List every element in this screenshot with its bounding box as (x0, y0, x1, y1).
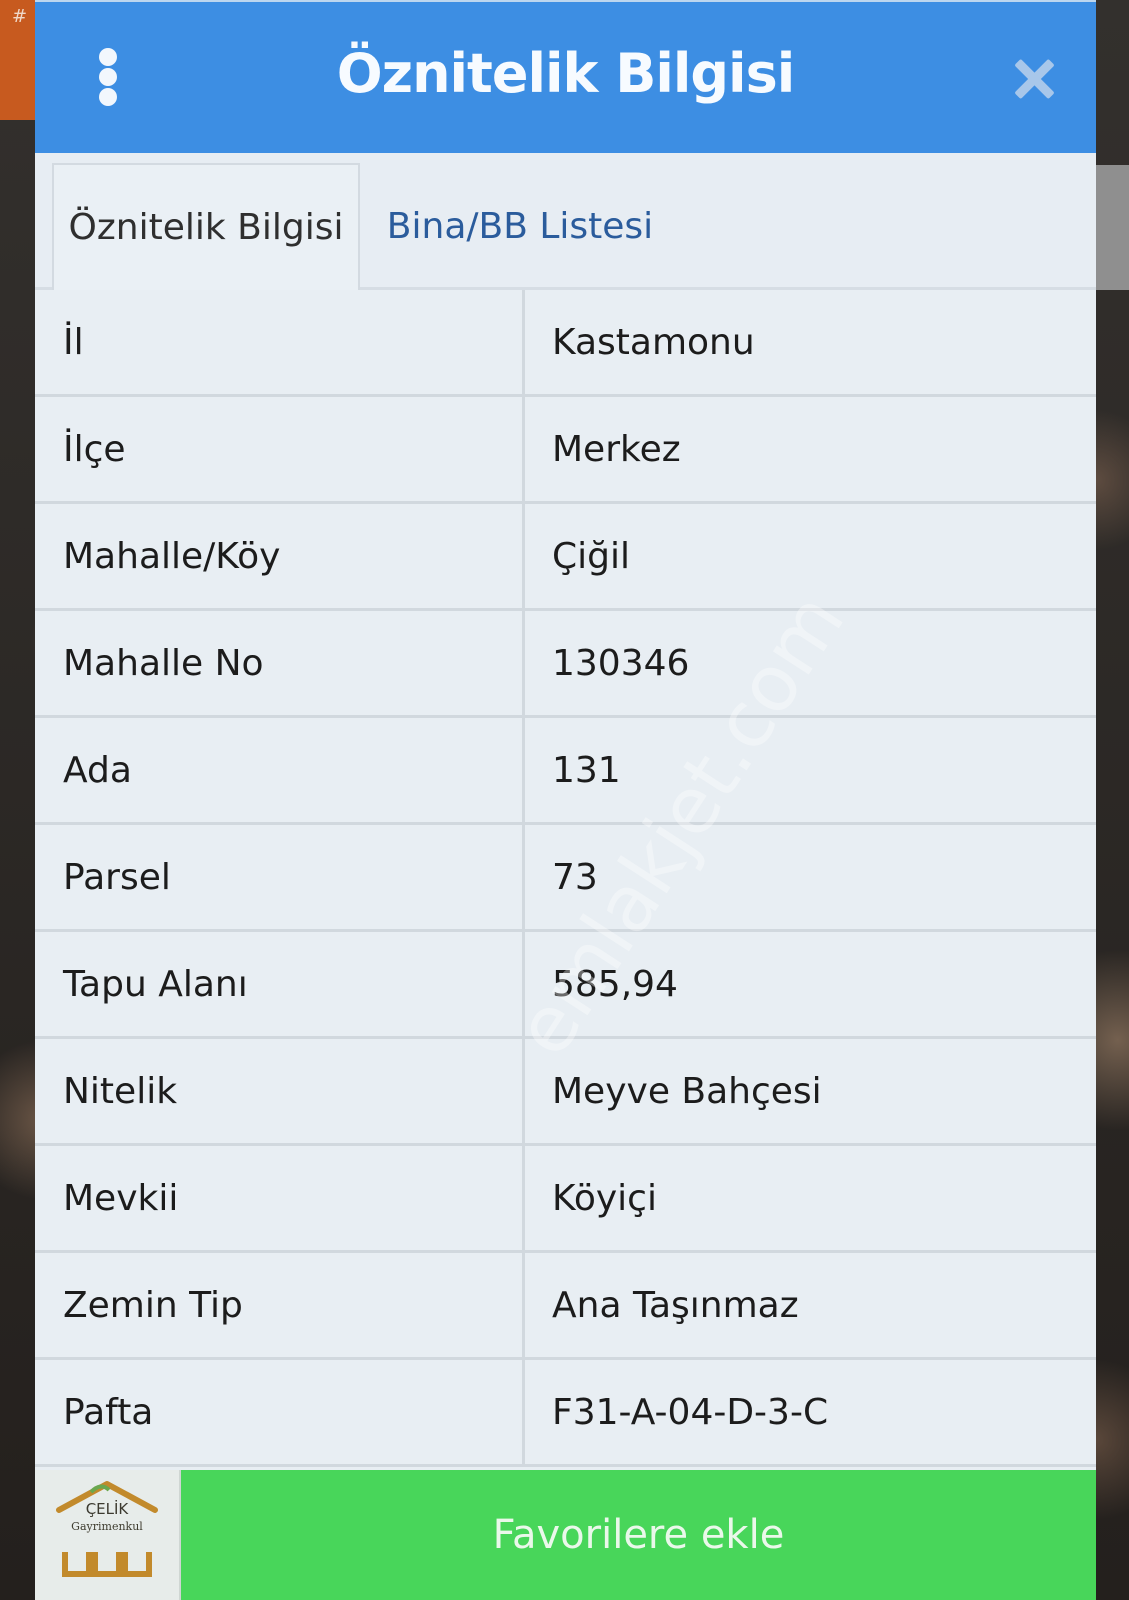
background-corner-badge: # (0, 0, 38, 120)
table-row: Ada 131 (35, 718, 1096, 825)
close-icon[interactable] (1012, 57, 1056, 101)
background-corner-text: # (12, 6, 28, 27)
attribute-key: İl (35, 290, 525, 394)
attribute-value: Kastamonu (552, 321, 755, 363)
table-row: İl Kastamonu (35, 290, 1096, 397)
logo-name: ÇELİK (85, 1500, 129, 1518)
tab-building-list[interactable]: Bina/BB Listesi (365, 163, 675, 290)
logo-subtitle: Gayrimenkul (71, 1520, 143, 1533)
attribute-key: Mahalle No (35, 611, 525, 715)
attribute-value: Merkez (552, 428, 681, 470)
attribute-value: F31-A-04-D-3-C (552, 1391, 829, 1433)
table-row: Mahalle/Köy Çiğil (35, 504, 1096, 611)
attribute-value: 130346 (552, 642, 690, 684)
attribute-table: İl Kastamonu İlçe Merkez Mahalle/Köy Çiğ… (35, 290, 1096, 1467)
table-row: İlçe Merkez (35, 397, 1096, 504)
attribute-key: İlçe (35, 397, 525, 501)
attribute-key: Tapu Alanı (35, 932, 525, 1036)
table-row: Pafta F31-A-04-D-3-C (35, 1360, 1096, 1467)
attribute-dialog: Öznitelik Bilgisi Öznitelik Bilgisi Bina… (35, 0, 1096, 1600)
table-row: Zemin Tip Ana Taşınmaz (35, 1253, 1096, 1360)
house-logo-icon (56, 1481, 158, 1577)
tab-attribute-info[interactable]: Öznitelik Bilgisi (52, 163, 360, 290)
attribute-key: Ada (35, 718, 525, 822)
dialog-header: Öznitelik Bilgisi (35, 0, 1096, 153)
dialog-title: Öznitelik Bilgisi (336, 42, 795, 105)
attribute-key: Parsel (35, 825, 525, 929)
attribute-key: Zemin Tip (35, 1253, 525, 1357)
attribute-value: 585,94 (552, 963, 678, 1005)
attribute-value: Meyve Bahçesi (552, 1070, 822, 1112)
attribute-key: Nitelik (35, 1039, 525, 1143)
table-row: Parsel 73 (35, 825, 1096, 932)
table-row: Mahalle No 130346 (35, 611, 1096, 718)
attribute-value: 73 (552, 856, 598, 898)
attribute-value: Ana Taşınmaz (552, 1284, 799, 1326)
tab-bar: Öznitelik Bilgisi Bina/BB Listesi (35, 153, 1096, 290)
attribute-key: Mahalle/Köy (35, 504, 525, 608)
table-row: Tapu Alanı 585,94 (35, 932, 1096, 1039)
attribute-value: 131 (552, 749, 621, 791)
dialog-footer: ÇELİK Gayrimenkul Favorilere ekle (35, 1470, 1096, 1600)
table-row: Nitelik Meyve Bahçesi (35, 1039, 1096, 1146)
table-row: Mevkii Köyiçi (35, 1146, 1096, 1253)
company-logo: ÇELİK Gayrimenkul (35, 1470, 181, 1600)
attribute-key: Pafta (35, 1360, 525, 1464)
add-to-favorites-button[interactable]: Favorilere ekle (181, 1470, 1096, 1600)
attribute-value: Çiğil (552, 535, 630, 577)
attribute-value: Köyiçi (552, 1177, 657, 1219)
attribute-key: Mevkii (35, 1146, 525, 1250)
background-scrollbar (1096, 165, 1129, 290)
